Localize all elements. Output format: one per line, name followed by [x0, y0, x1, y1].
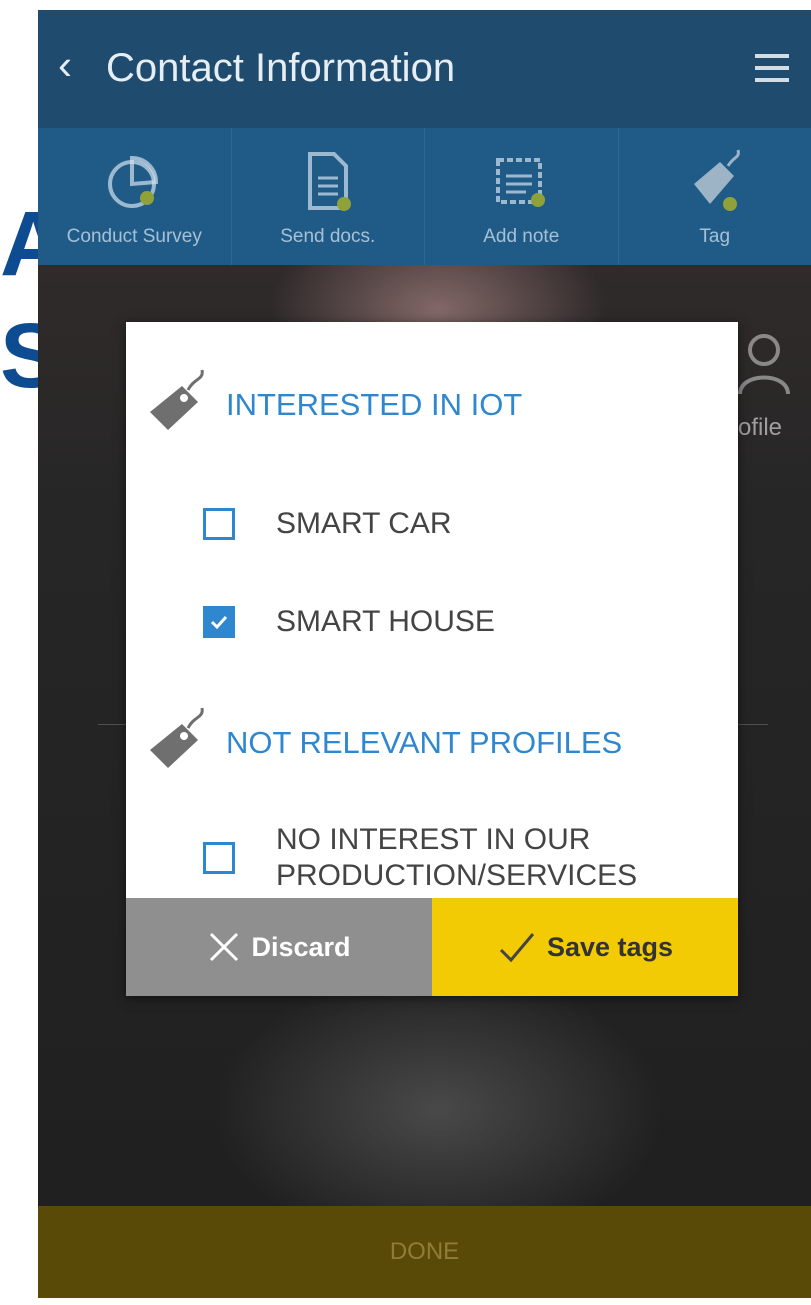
- app-header: ‹ Contact Information: [38, 10, 811, 128]
- tag-group-title: INTERESTED IN IOT: [226, 387, 523, 422]
- checkmark-icon: [499, 933, 535, 963]
- tag-group-title: NOT RELEVANT PROFILES: [226, 725, 623, 760]
- discard-button[interactable]: Discard: [126, 898, 432, 996]
- done-label: DONE: [389, 1238, 460, 1265]
- smart-car-checkbox[interactable]: [203, 508, 235, 540]
- tag-button[interactable]: Tag: [619, 128, 811, 265]
- divider: [98, 724, 128, 725]
- close-icon: [210, 932, 239, 962]
- toolbar-label: Add note: [483, 226, 560, 247]
- hamburger-menu-icon[interactable]: [755, 54, 789, 82]
- profile-label: ofile: [738, 414, 783, 441]
- tag-selection-dialog: INTERESTED IN IOT SMART CAR SMART HOUSE …: [126, 322, 738, 996]
- phone-screen: ‹ Contact Information Conduct Survey Sen…: [38, 10, 811, 1298]
- divider: [738, 724, 768, 725]
- discard-label: Discard: [251, 931, 351, 962]
- page-title: Contact Information: [106, 46, 456, 90]
- no-interest-checkbox[interactable]: [203, 842, 235, 874]
- tag-icon: [150, 707, 204, 768]
- tag-option-label[interactable]: SMART HOUSE: [276, 604, 495, 640]
- save-label: Save tags: [546, 931, 674, 962]
- document-icon: [307, 152, 351, 211]
- tag-option-label[interactable]: NO INTEREST IN OUR PRODUCTION/SERVICES: [276, 822, 637, 894]
- toolbar-label: Conduct Survey: [66, 226, 202, 247]
- tag-option-label-line: PRODUCTION/SERVICES: [276, 859, 638, 892]
- chevron-left-icon[interactable]: ‹: [58, 44, 72, 86]
- action-toolbar: Conduct Survey Send docs. Add note Tag: [38, 128, 811, 265]
- smart-house-checkbox[interactable]: [203, 606, 235, 638]
- checkmark-icon: [210, 615, 228, 630]
- profile-icon: [738, 334, 790, 395]
- save-tags-button[interactable]: Save tags: [432, 898, 738, 996]
- note-icon: [496, 158, 546, 207]
- done-button[interactable]: DONE: [38, 1206, 811, 1298]
- survey-chart-icon: [108, 155, 159, 208]
- toolbar-label: Send docs.: [280, 226, 376, 247]
- tag-icon: [693, 149, 740, 211]
- tag-option-label-line: NO INTEREST IN OUR: [276, 823, 591, 856]
- toolbar-label: Tag: [699, 226, 731, 247]
- send-docs-button[interactable]: Send docs.: [232, 128, 425, 265]
- conduct-survey-button[interactable]: Conduct Survey: [38, 128, 232, 265]
- tag-option-label[interactable]: SMART CAR: [276, 506, 452, 542]
- add-note-button[interactable]: Add note: [425, 128, 619, 265]
- tag-icon: [150, 369, 204, 430]
